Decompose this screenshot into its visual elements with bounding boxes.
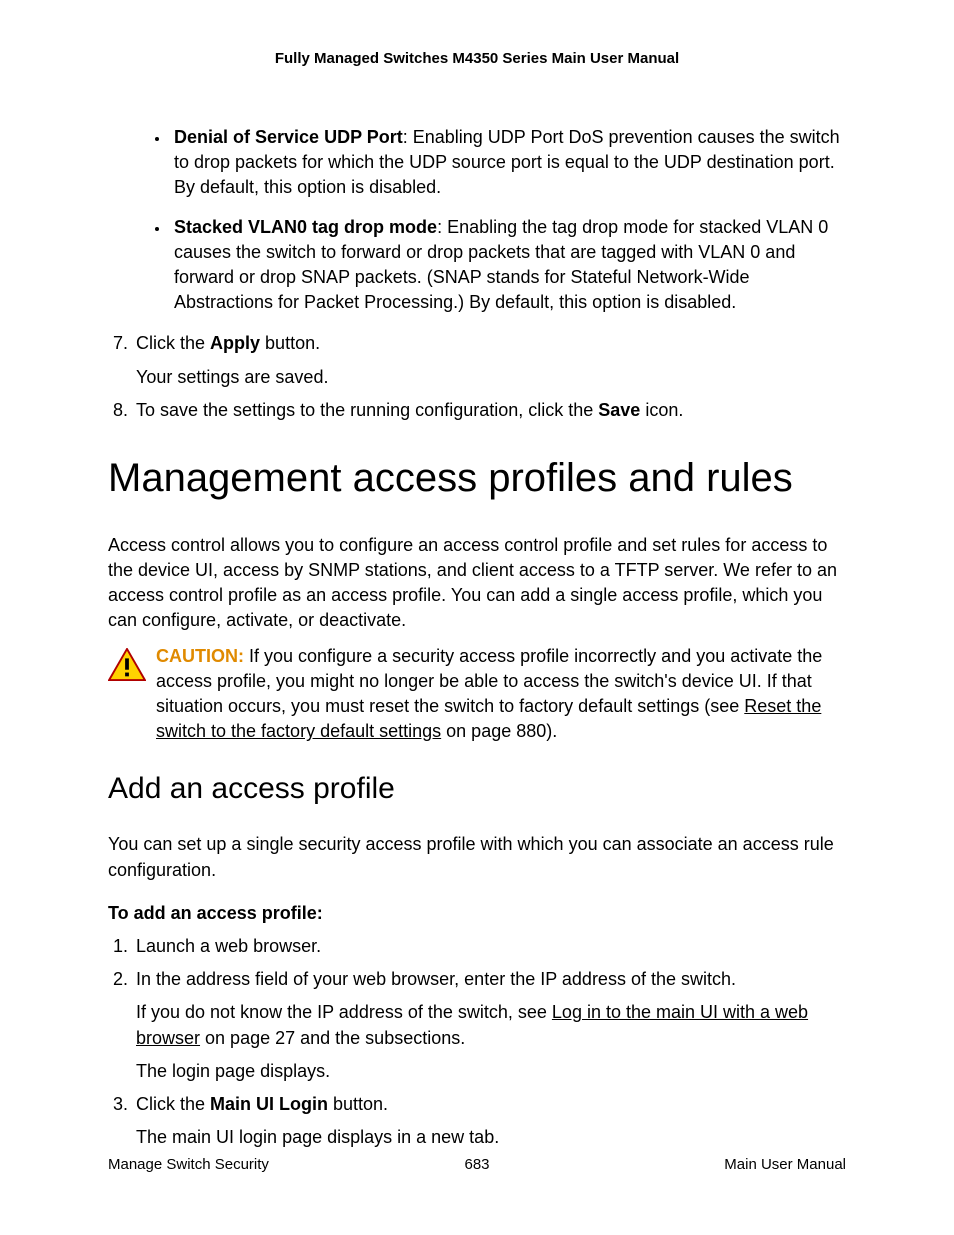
caution-text: CAUTION: If you configure a security acc… (156, 644, 846, 745)
page-header-title: Fully Managed Switches M4350 Series Main… (108, 48, 846, 69)
bullet-item: Denial of Service UDP Port: Enabling UDP… (170, 125, 846, 201)
step-line: In the address field of your web browser… (136, 967, 846, 992)
main-ui-login-bold: Main UI Login (210, 1094, 328, 1114)
step-sub-paragraph: The login page displays. (136, 1059, 846, 1084)
bullet-list: Denial of Service UDP Port: Enabling UDP… (170, 125, 846, 315)
intro-paragraph: Access control allows you to configure a… (108, 533, 846, 634)
caution-label: CAUTION: (156, 646, 244, 666)
section-heading-h1: Management access profiles and rules (108, 455, 846, 501)
step-line: To save the settings to the running conf… (136, 398, 846, 423)
page-footer: Manage Switch Security 683 Main User Man… (108, 1154, 846, 1175)
bullet-bold: Stacked VLAN0 tag drop mode (174, 217, 437, 237)
procedure-step-3: 3. Click the Main UI Login button. The m… (108, 1092, 846, 1150)
step-result: Your settings are saved. (136, 365, 846, 390)
save-bold: Save (598, 400, 640, 420)
caution-block: CAUTION: If you configure a security acc… (108, 644, 846, 745)
caution-icon (108, 666, 146, 686)
section-heading-h2: Add an access profile (108, 768, 846, 810)
step-number: 2. (108, 967, 136, 1084)
bullet-item: Stacked VLAN0 tag drop mode: Enabling th… (170, 215, 846, 316)
step-sub-paragraph: If you do not know the IP address of the… (136, 1000, 846, 1050)
step-number: 1. (108, 934, 136, 959)
step-line: Click the Apply button. (136, 331, 846, 356)
footer-page-number: 683 (354, 1154, 600, 1175)
step-8: 8. To save the settings to the running c… (108, 398, 846, 423)
procedure-step-2: 2. In the address field of your web brow… (108, 967, 846, 1084)
apply-bold: Apply (210, 333, 260, 353)
step-number: 3. (108, 1092, 136, 1150)
step-number: 7. (108, 331, 136, 389)
step-7: 7. Click the Apply button. Your settings… (108, 331, 846, 389)
procedure-title: To add an access profile: (108, 901, 846, 926)
bullet-bold: Denial of Service UDP Port (174, 127, 403, 147)
step-number: 8. (108, 398, 136, 423)
footer-left: Manage Switch Security (108, 1154, 354, 1175)
step-line: Launch a web browser. (136, 934, 846, 959)
step-result: The main UI login page displays in a new… (136, 1125, 846, 1150)
procedure-step-1: 1. Launch a web browser. (108, 934, 846, 959)
h2-intro-paragraph: You can set up a single security access … (108, 832, 846, 882)
footer-right: Main User Manual (600, 1154, 846, 1175)
step-line: Click the Main UI Login button. (136, 1092, 846, 1117)
